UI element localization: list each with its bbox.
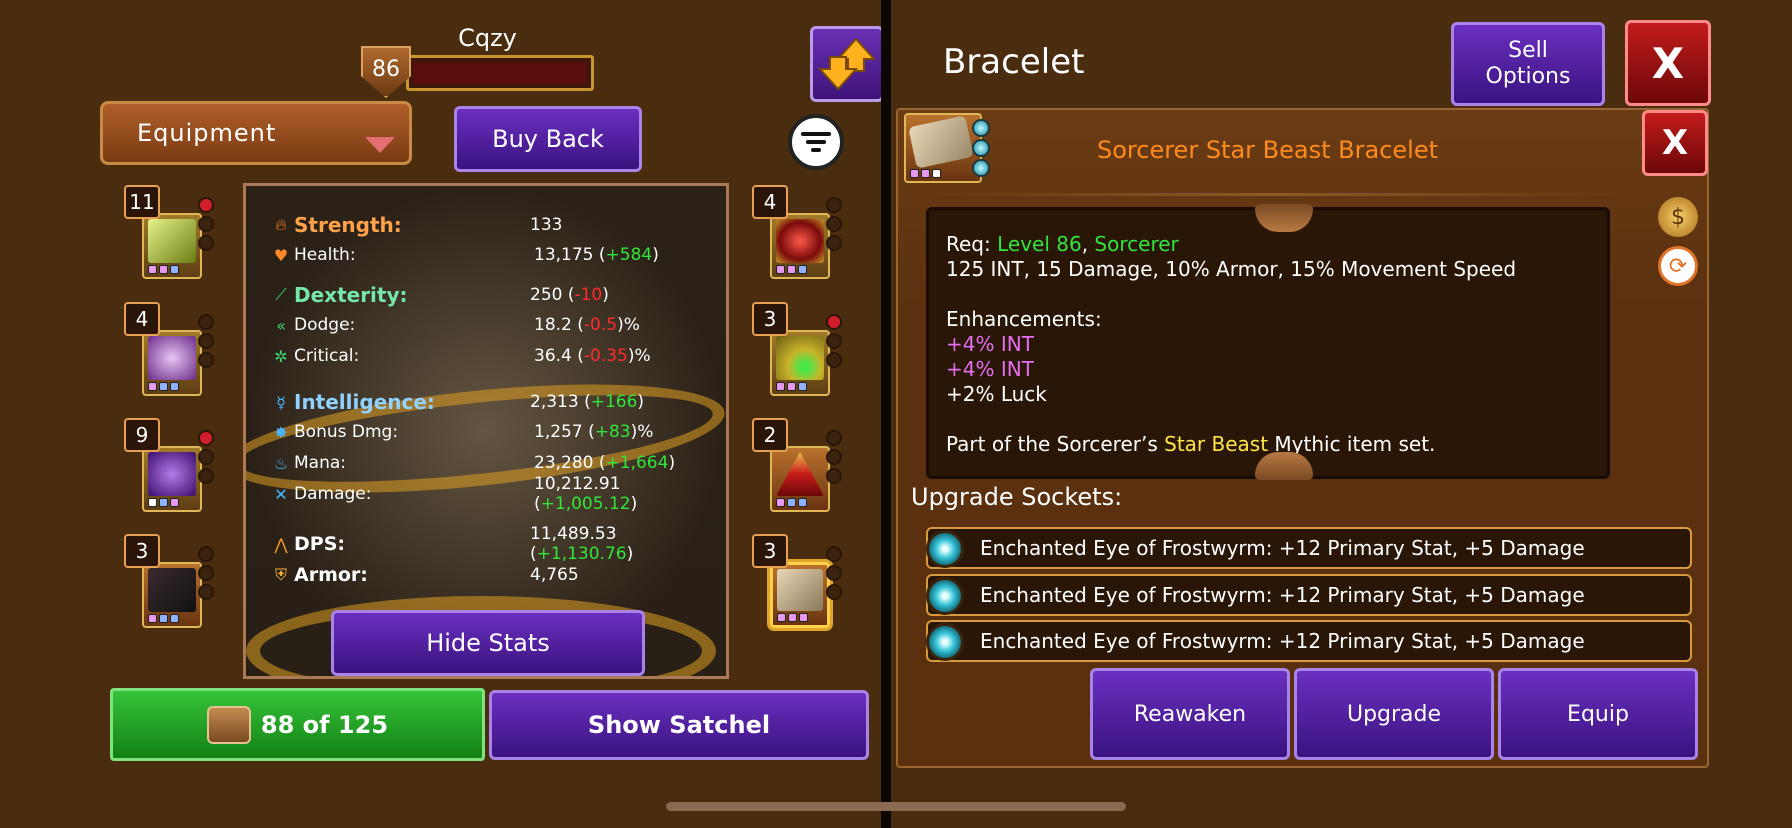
bracelet-item-icon [904,113,990,183]
heart-icon: ♥ [273,245,289,265]
stat-dexterity: ⟋ Dexterity: 250 (-10) [272,282,722,308]
item-name: Sorcerer Star Beast Bracelet [1097,136,1438,164]
inventory-count-button[interactable]: 88 of 125 [110,688,485,761]
frost-eye-gem-icon [926,623,964,661]
inventory-count: 88 of 125 [260,710,389,739]
buy-back-button[interactable]: Buy Back [454,106,642,172]
stat-critical: ✲ Critical: 36.4 (-0.35)% [272,343,722,369]
critical-icon: ✲ [274,346,288,366]
equipment-dropdown[interactable]: Equipment [100,101,412,165]
stat-strength: 🔥︎ Strength: 133 [272,212,722,238]
slot-count: 3 [752,302,788,336]
enhancement-line: +4% INT [946,332,1034,356]
cycle-icon[interactable]: ⟳ [1658,246,1698,286]
enhancement-line: +2% Luck [946,382,1047,406]
set-info-line: Part of the Sorcerer’s Star Beast Mythic… [946,432,1436,456]
slot-count: 11 [124,185,160,219]
burst-icon: ✸ [274,422,288,442]
gear-slot-amulet[interactable]: 3 [752,302,842,396]
gear-slot-armor[interactable]: 2 [752,418,842,512]
item-category-title: Bracelet [943,42,1085,82]
shield-icon: ⛨ [274,565,287,584]
socket-row[interactable]: Enchanted Eye of Frostwyrm: +12 Primary … [926,527,1692,569]
sell-options-button[interactable]: Sell Options [1451,22,1605,106]
potion-icon: ♨ [273,453,289,473]
slot-count: 9 [124,418,160,452]
chevron-down-icon [365,137,395,153]
stats-panel: 🔥︎ Strength: 133 ♥ Health: 13,175 (+584)… [243,183,729,679]
upgrade-button[interactable]: Upgrade [1294,668,1494,760]
gear-slot-bracelet[interactable]: 3 [752,534,842,628]
dexterity-icon: ⟋ [275,285,287,304]
stat-dps: ⋀ DPS: 11,489.53 (+1,130.76) [272,524,722,564]
chest-icon [206,705,251,744]
slot-count: 4 [752,185,788,219]
intelligence-icon: ☿ [276,392,286,412]
dps-icon: ⋀ [274,534,288,554]
frost-eye-gem-icon [926,577,964,615]
slot-count: 3 [752,534,788,568]
stat-bonus-dmg: ✸ Bonus Dmg: 1,257 (+83)% [272,419,722,445]
filter-icon [801,132,831,152]
crossed-swords-icon: ✕ [274,484,288,504]
scroll-down-arrow[interactable] [1255,452,1313,480]
gear-slot-pet[interactable]: 9 [124,418,214,512]
close-detail-button[interactable]: X [1642,110,1708,176]
stat-armor: ⛨ Armor: 4,765 [272,562,722,588]
swap-button[interactable] [810,26,884,102]
gear-slot-ring[interactable]: 4 [752,185,842,279]
base-stats-line: 125 INT, 15 Damage, 10% Armor, 15% Movem… [946,257,1517,281]
stat-intelligence: ☿ Intelligence: 2,313 (+166) [272,389,722,415]
player-name: Cqzy [458,24,517,52]
enhancement-line: +4% INT [946,357,1034,381]
socket-row[interactable]: Enchanted Eye of Frostwyrm: +12 Primary … [926,620,1692,662]
level-badge: 86 [361,46,411,98]
stat-damage: ✕ Damage: 10,212.91 (+1,005.12) [272,474,722,514]
slot-count: 4 [124,302,160,336]
stat-mana: ♨ Mana: 23,280 (+1,664) [273,453,676,473]
gear-slot-hood[interactable]: 4 [124,302,214,396]
equip-button[interactable]: Equip [1498,668,1698,760]
dodge-icon: « [276,315,286,335]
filter-button[interactable] [788,114,844,170]
frost-eye-gem-icon [926,530,964,568]
socket-row[interactable]: Enchanted Eye of Frostwyrm: +12 Primary … [926,574,1692,616]
upgrade-sockets-title: Upgrade Sockets: [911,483,1123,511]
scroll-up-arrow[interactable] [1255,204,1313,232]
item-description[interactable]: Req: Level 86, Sorcerer 125 INT, 15 Dama… [926,204,1610,480]
xp-bar [406,55,594,91]
slot-count: 3 [124,534,160,568]
panel-divider [881,0,891,828]
header-divider [930,193,1620,196]
enhancements-title: Enhancements: [946,307,1102,331]
reawaken-button[interactable]: Reawaken [1090,668,1290,760]
equipment-dropdown-label: Equipment [137,119,277,147]
swap-arrows-icon [818,37,876,91]
slot-count: 2 [752,418,788,452]
flame-icon: 🔥︎ [275,215,287,234]
stat-health: ♥ Health: 13,175 (+584) [273,245,659,265]
requirement-line: Req: Level 86, Sorcerer [946,232,1179,256]
hide-stats-button[interactable]: Hide Stats [331,610,645,676]
close-window-button[interactable]: X [1625,20,1711,106]
stat-dodge: « Dodge: 18.2 (-0.5)% [272,312,722,338]
gear-slot-bow[interactable]: 11 [124,185,214,279]
show-satchel-button[interactable]: Show Satchel [489,690,869,760]
gold-bag-icon[interactable]: $ [1658,197,1698,237]
home-indicator[interactable] [666,802,1126,811]
gear-slot-boots[interactable]: 3 [124,534,214,628]
